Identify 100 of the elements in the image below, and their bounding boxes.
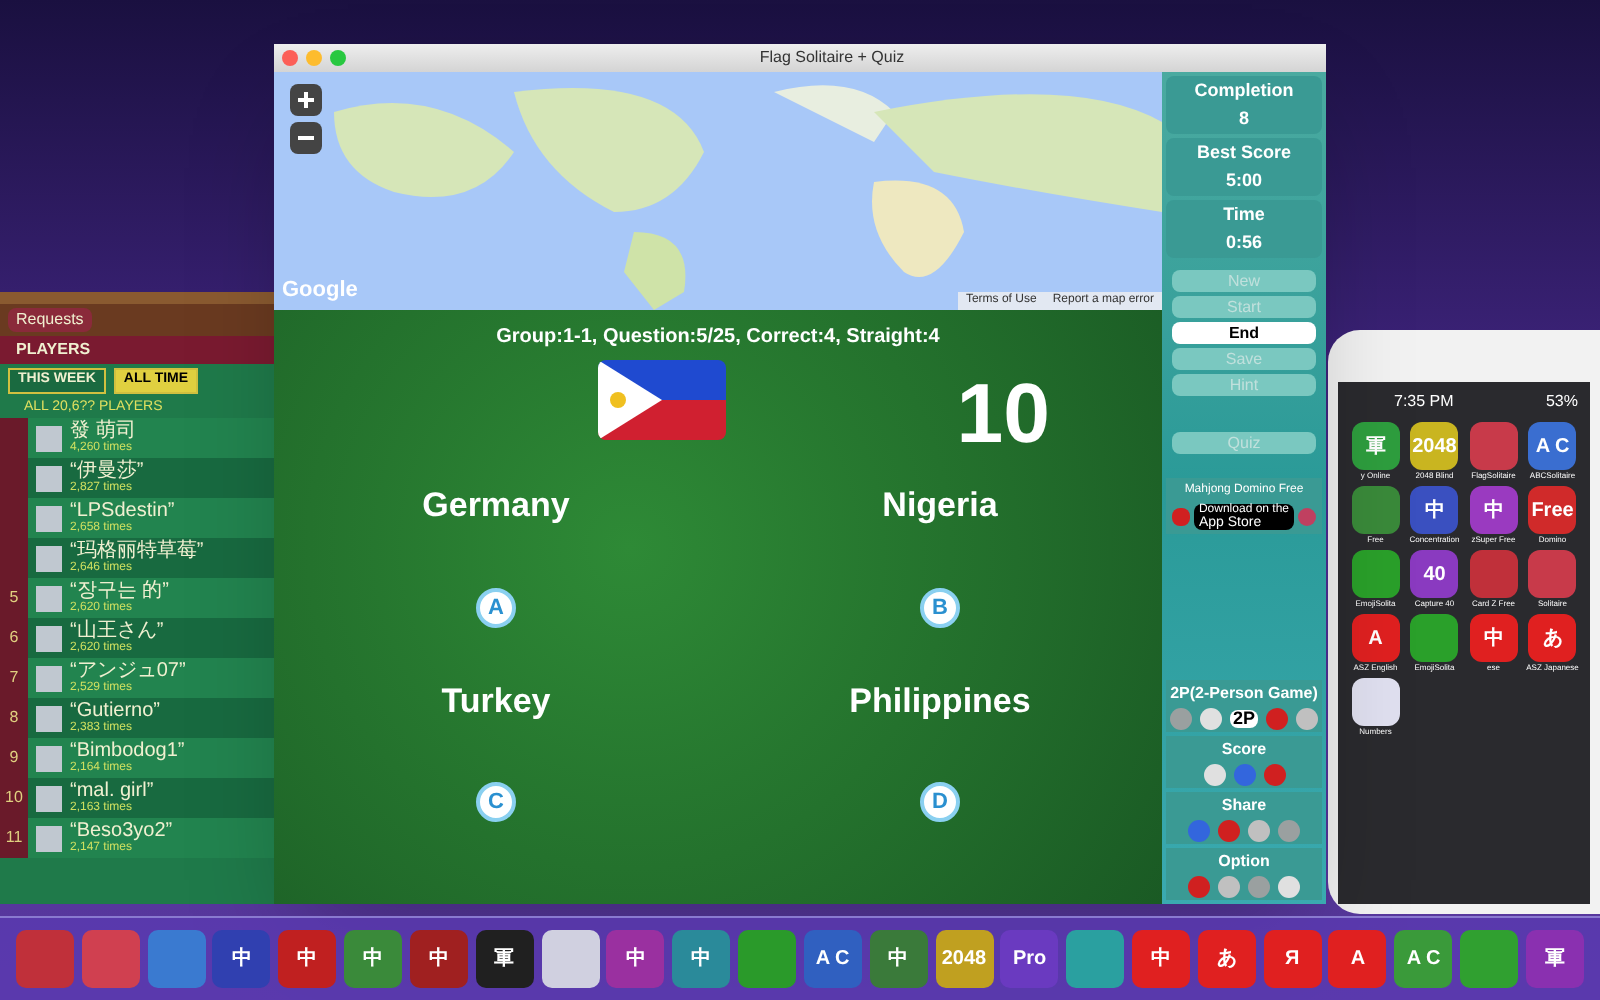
avatar-placeholder <box>36 705 62 731</box>
dock-app-icon[interactable] <box>541 930 600 988</box>
stat-value: 5:00 <box>1225 167 1262 193</box>
dock-app-icon[interactable]: Pro <box>1000 930 1059 988</box>
avatar-placeholder <box>36 465 62 491</box>
dock-app-icon[interactable]: 中 <box>278 930 337 988</box>
round-icon[interactable] <box>1263 764 1285 786</box>
round-icon[interactable] <box>1200 708 1223 730</box>
round-icon[interactable] <box>1295 708 1317 730</box>
app-icon[interactable]: Free <box>1528 486 1577 534</box>
rank-number: 11 <box>0 818 28 858</box>
close-button[interactable] <box>282 50 298 66</box>
answer-letter-button[interactable]: B <box>920 587 960 627</box>
round-icon[interactable] <box>1188 876 1210 898</box>
answer-letter-button[interactable]: D <box>920 782 960 822</box>
player-name: “Beso3yo2” <box>70 822 173 842</box>
dock-app-icon[interactable]: 中 <box>344 930 403 988</box>
dock-app-icon[interactable] <box>1066 930 1125 988</box>
map-attribution: Google <box>282 275 358 305</box>
avatar-placeholder <box>36 625 62 651</box>
round-icon[interactable] <box>1218 820 1240 842</box>
player-name: “LPSdestin” <box>70 502 175 522</box>
dock-app-icon[interactable]: 中 <box>672 930 731 988</box>
avatar-placeholder <box>36 505 62 531</box>
answer-option: Germany <box>422 480 570 531</box>
game-status: Group:1-1, Question:5/25, Correct:4, Straight:4 <box>496 324 940 352</box>
stat-label: Time <box>1223 202 1265 228</box>
avatar-placeholder <box>36 585 62 611</box>
round-icon[interactable] <box>1203 764 1225 786</box>
zoom-out-button[interactable] <box>290 122 322 154</box>
app-icon[interactable]: 40 <box>1410 550 1459 598</box>
player-name: “Gutierno” <box>70 702 161 722</box>
player-name: “玛格丽特草莓” <box>70 542 204 562</box>
stat-value: 0:56 <box>1225 229 1262 255</box>
player-name: “伊曼莎” <box>70 462 144 482</box>
stat-label: Best Score <box>1196 140 1292 166</box>
round-icon[interactable] <box>1248 820 1270 842</box>
dock-app-icon[interactable]: 2048 <box>935 930 993 988</box>
round-icon[interactable] <box>1233 764 1255 786</box>
app-icon[interactable]: 中 <box>1410 486 1459 534</box>
section-title: Option <box>1218 850 1270 874</box>
answer-letter-button[interactable]: A <box>476 587 516 627</box>
app-icon[interactable]: A C <box>1528 422 1577 470</box>
round-icon[interactable] <box>1278 820 1300 842</box>
avatar-placeholder <box>36 665 62 691</box>
section-title: Share <box>1221 794 1267 818</box>
zoom-button[interactable] <box>330 50 346 66</box>
dock-app-icon[interactable]: あ <box>1197 930 1256 988</box>
minimize-button[interactable] <box>306 50 322 66</box>
player-name: 發 萌司 <box>70 422 136 442</box>
menu-button[interactable]: End <box>1172 322 1316 344</box>
answer-letter-button[interactable]: C <box>476 782 516 822</box>
app-icon[interactable]: 中 <box>1469 486 1518 534</box>
avatar-placeholder <box>36 425 62 451</box>
round-icon[interactable] <box>1188 820 1210 842</box>
plus-icon <box>296 90 316 110</box>
flag-image <box>598 360 726 440</box>
window-title: Flag Solitaire + Quiz <box>757 46 907 70</box>
round-icon[interactable] <box>1248 876 1270 898</box>
dock-app-icon[interactable]: 中 <box>606 930 665 988</box>
dock-app-icon[interactable]: A C <box>1394 930 1453 988</box>
stat-label: Completion <box>1194 78 1294 104</box>
rank-number: 9 <box>0 738 28 778</box>
dock-app-icon[interactable]: A C <box>803 930 862 988</box>
requests-tab[interactable]: Requests <box>8 308 92 332</box>
dock-app-icon[interactable]: 中 <box>212 930 271 988</box>
phone-time: 7:35 PM <box>1394 390 1454 414</box>
avatar-placeholder <box>36 825 62 851</box>
avatar-placeholder <box>36 745 62 771</box>
dock-app-icon[interactable]: 中 <box>869 930 928 988</box>
round-icon[interactable] <box>1265 708 1287 730</box>
rank-number: 6 <box>0 618 28 658</box>
rank-number: 8 <box>0 698 28 738</box>
dock-app-icon[interactable]: A <box>1328 930 1387 988</box>
player-name: “Bimbodog1” <box>70 742 185 762</box>
players-heading: PLAYERS <box>0 336 276 364</box>
dock-app-icon[interactable]: 軍 <box>1525 930 1584 988</box>
app-icon[interactable] <box>1351 678 1400 726</box>
two-player-button[interactable]: 2P <box>1230 710 1257 728</box>
dock-app-icon[interactable] <box>738 930 797 988</box>
app-icon[interactable]: 中 <box>1469 614 1518 662</box>
app-icon[interactable]: 軍 <box>1351 422 1400 470</box>
dock-app-icon[interactable]: 軍 <box>475 930 534 988</box>
dock-app-icon[interactable]: 中 <box>1131 930 1190 988</box>
answer-option: Nigeria <box>882 480 998 531</box>
app-icon[interactable]: あ <box>1528 614 1577 662</box>
player-name: “山王さん” <box>70 622 164 642</box>
zoom-in-button[interactable] <box>290 84 322 116</box>
avatar-placeholder <box>36 545 62 571</box>
dock-app-icon[interactable]: 中 <box>409 930 468 988</box>
round-icon[interactable] <box>1278 876 1300 898</box>
app-icon[interactable]: A <box>1351 614 1400 662</box>
dock-app-icon[interactable]: Я <box>1263 930 1322 988</box>
round-icon[interactable] <box>1218 876 1240 898</box>
round-icon[interactable] <box>1170 708 1193 730</box>
dock-app-icon[interactable] <box>1460 930 1519 988</box>
rank-number: 7 <box>0 658 28 698</box>
player-name: “mal. girl” <box>70 782 154 802</box>
rank-number: 10 <box>0 778 28 818</box>
stat-value: 8 <box>1238 105 1249 131</box>
